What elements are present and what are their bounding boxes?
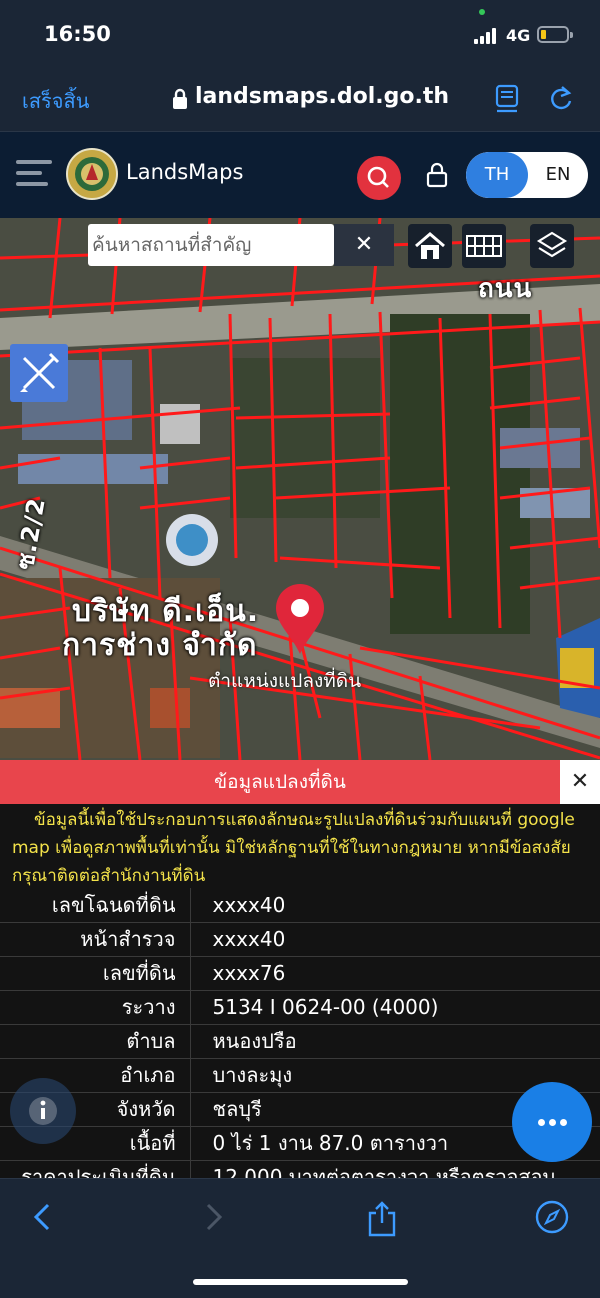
login-lock-icon[interactable] <box>424 162 450 188</box>
brand-name: LandsMaps <box>126 160 244 184</box>
row-key: ราคาประเมินที่ดิน <box>0 1160 191 1178</box>
home-indicator <box>193 1279 408 1285</box>
share-icon[interactable] <box>366 1199 398 1239</box>
more-options-button[interactable] <box>512 1082 592 1162</box>
lang-th-button[interactable]: TH <box>466 152 528 198</box>
back-icon[interactable] <box>30 1199 54 1235</box>
row-value: xxxx40 <box>190 922 600 957</box>
done-button[interactable]: เสร็จสิ้น <box>22 85 89 117</box>
panel-title: ข้อมูลแปลงที่ดิน <box>214 771 346 793</box>
search-clear-button[interactable]: ✕ <box>334 224 394 266</box>
row-value: 5134 I 0624-00 (4000) <box>190 990 600 1025</box>
row-key: ตำบล <box>0 1024 191 1059</box>
layers-button[interactable] <box>530 224 574 268</box>
map-view[interactable]: ✕ ถนน ซ.2/2 บริษัท ดี.เอ็น. <box>0 218 600 760</box>
row-key: เลขโฉนดที่ดิน <box>0 888 191 923</box>
table-row: หน้าสำรวจ xxxx40 <box>0 922 600 957</box>
forward-icon[interactable] <box>202 1199 226 1235</box>
parcel-position-label: ตำแหน่งแปลงที่ดิน <box>208 670 362 692</box>
app-header: LandsMaps TH EN <box>0 132 600 218</box>
search-icon <box>367 166 389 188</box>
table-row: ระวาง 5134 I 0624-00 (4000) <box>0 990 600 1025</box>
table-row: เลขโฉนดที่ดิน xxxx40 <box>0 888 600 923</box>
home-icon <box>415 232 445 259</box>
row-key: ระวาง <box>0 990 191 1025</box>
reload-icon[interactable] <box>548 84 574 114</box>
table-row: จังหวัด ชลบุรี <box>0 1092 600 1127</box>
info-icon <box>29 1097 57 1125</box>
table-row: ราคาประเมินที่ดิน 12,000 บาทต่อตารางวา หร… <box>0 1160 600 1178</box>
parcel-info-table: เลขโฉนดที่ดิน xxxx40 หน้าสำรวจ xxxx40 เลขท… <box>0 888 600 1178</box>
ruler-pencil-icon <box>20 352 60 392</box>
dol-logo <box>66 148 118 200</box>
table-row: เนื้อที่ 0 ไร่ 1 งาน 87.0 ตารางวา <box>0 1126 600 1161</box>
reader-icon[interactable] <box>495 84 519 114</box>
lang-en-button[interactable]: EN <box>528 152 588 198</box>
signal-icon <box>474 28 500 44</box>
battery-icon <box>537 26 573 43</box>
grid-button[interactable] <box>462 224 506 268</box>
info-button[interactable] <box>10 1078 76 1144</box>
menu-icon[interactable] <box>16 158 52 188</box>
url-text[interactable]: landsmaps.dol.go.th <box>195 84 449 109</box>
row-key: เลขที่ดิน <box>0 956 191 991</box>
browser-bar: เสร็จสิ้น landsmaps.dol.go.th <box>0 70 600 132</box>
home-button[interactable] <box>408 224 452 268</box>
row-value: xxxx76 <box>190 956 600 991</box>
location-pin-icon <box>276 584 324 654</box>
close-panel-button[interactable]: ✕ <box>560 760 600 804</box>
disclaimer-text: ข้อมูลนี้เพื่อใช้ประกอบการแสดงลักษณะรูปแ… <box>12 810 575 886</box>
status-bar: 16:50 4G <box>0 0 600 70</box>
row-value[interactable]: 12,000 บาทต่อตารางวา หรือตรวจสอบ <box>190 1160 600 1178</box>
panel-header: ข้อมูลแปลงที่ดิน ✕ <box>0 760 600 804</box>
company-label-line2: การช่าง จำกัด <box>62 628 258 663</box>
table-row: เลขที่ดิน xxxx76 <box>0 956 600 991</box>
place-search-input[interactable] <box>88 224 334 266</box>
search-button[interactable] <box>357 156 401 200</box>
row-value: หนองปรือ <box>190 1024 600 1059</box>
table-row: ตำบล หนองปรือ <box>0 1024 600 1059</box>
language-toggle: TH EN <box>466 152 588 198</box>
status-time: 16:50 <box>44 22 111 46</box>
table-row: อำเภอ บางละมุง <box>0 1058 600 1093</box>
road-label: ถนน <box>478 274 533 304</box>
parcel-info-panel: ข้อมูลแปลงที่ดิน ✕ ข้อมูลนี้เพื่อใช้ประก… <box>0 760 600 1178</box>
row-value: xxxx40 <box>190 888 600 923</box>
measure-tool-button[interactable] <box>10 344 68 402</box>
compass-icon[interactable] <box>534 1199 570 1235</box>
row-key: หน้าสำรวจ <box>0 922 191 957</box>
layers-icon <box>536 231 568 258</box>
privacy-indicator <box>479 9 485 15</box>
lock-icon <box>173 88 187 109</box>
network-type: 4G <box>506 26 531 45</box>
grid-icon <box>466 235 502 257</box>
